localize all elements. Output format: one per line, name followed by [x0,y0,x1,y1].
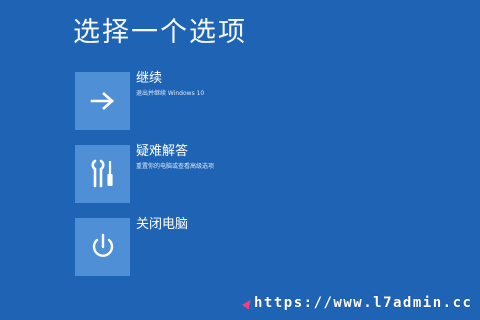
troubleshoot-label: 疑难解答 [136,144,189,159]
troubleshoot-option[interactable]: 疑难解答 重置你的电脑或查看高级选项 [75,144,355,203]
watermark-text: https://www.l7admin.cc [254,295,473,311]
continue-description: 退出并继续 Windows 10 [136,90,205,97]
page-title: 选择一个选项 [73,17,247,48]
troubleshoot-tile [75,145,130,203]
troubleshoot-description: 重置你的电脑或查看高级选项 [136,163,215,170]
shutdown-label: 关闭电脑 [136,217,189,232]
watermark: https://www.l7admin.cc [242,294,473,312]
shutdown-option[interactable]: 关闭电脑 [75,217,355,276]
arrow-right-icon [90,90,116,112]
continue-label: 继续 [136,71,163,86]
shutdown-tile [75,218,130,276]
continue-option[interactable]: 继续 退出并继续 Windows 10 [75,71,355,130]
continue-tile [75,72,130,130]
tools-icon [90,159,116,189]
power-icon [90,233,116,261]
spark-icon [242,297,254,309]
